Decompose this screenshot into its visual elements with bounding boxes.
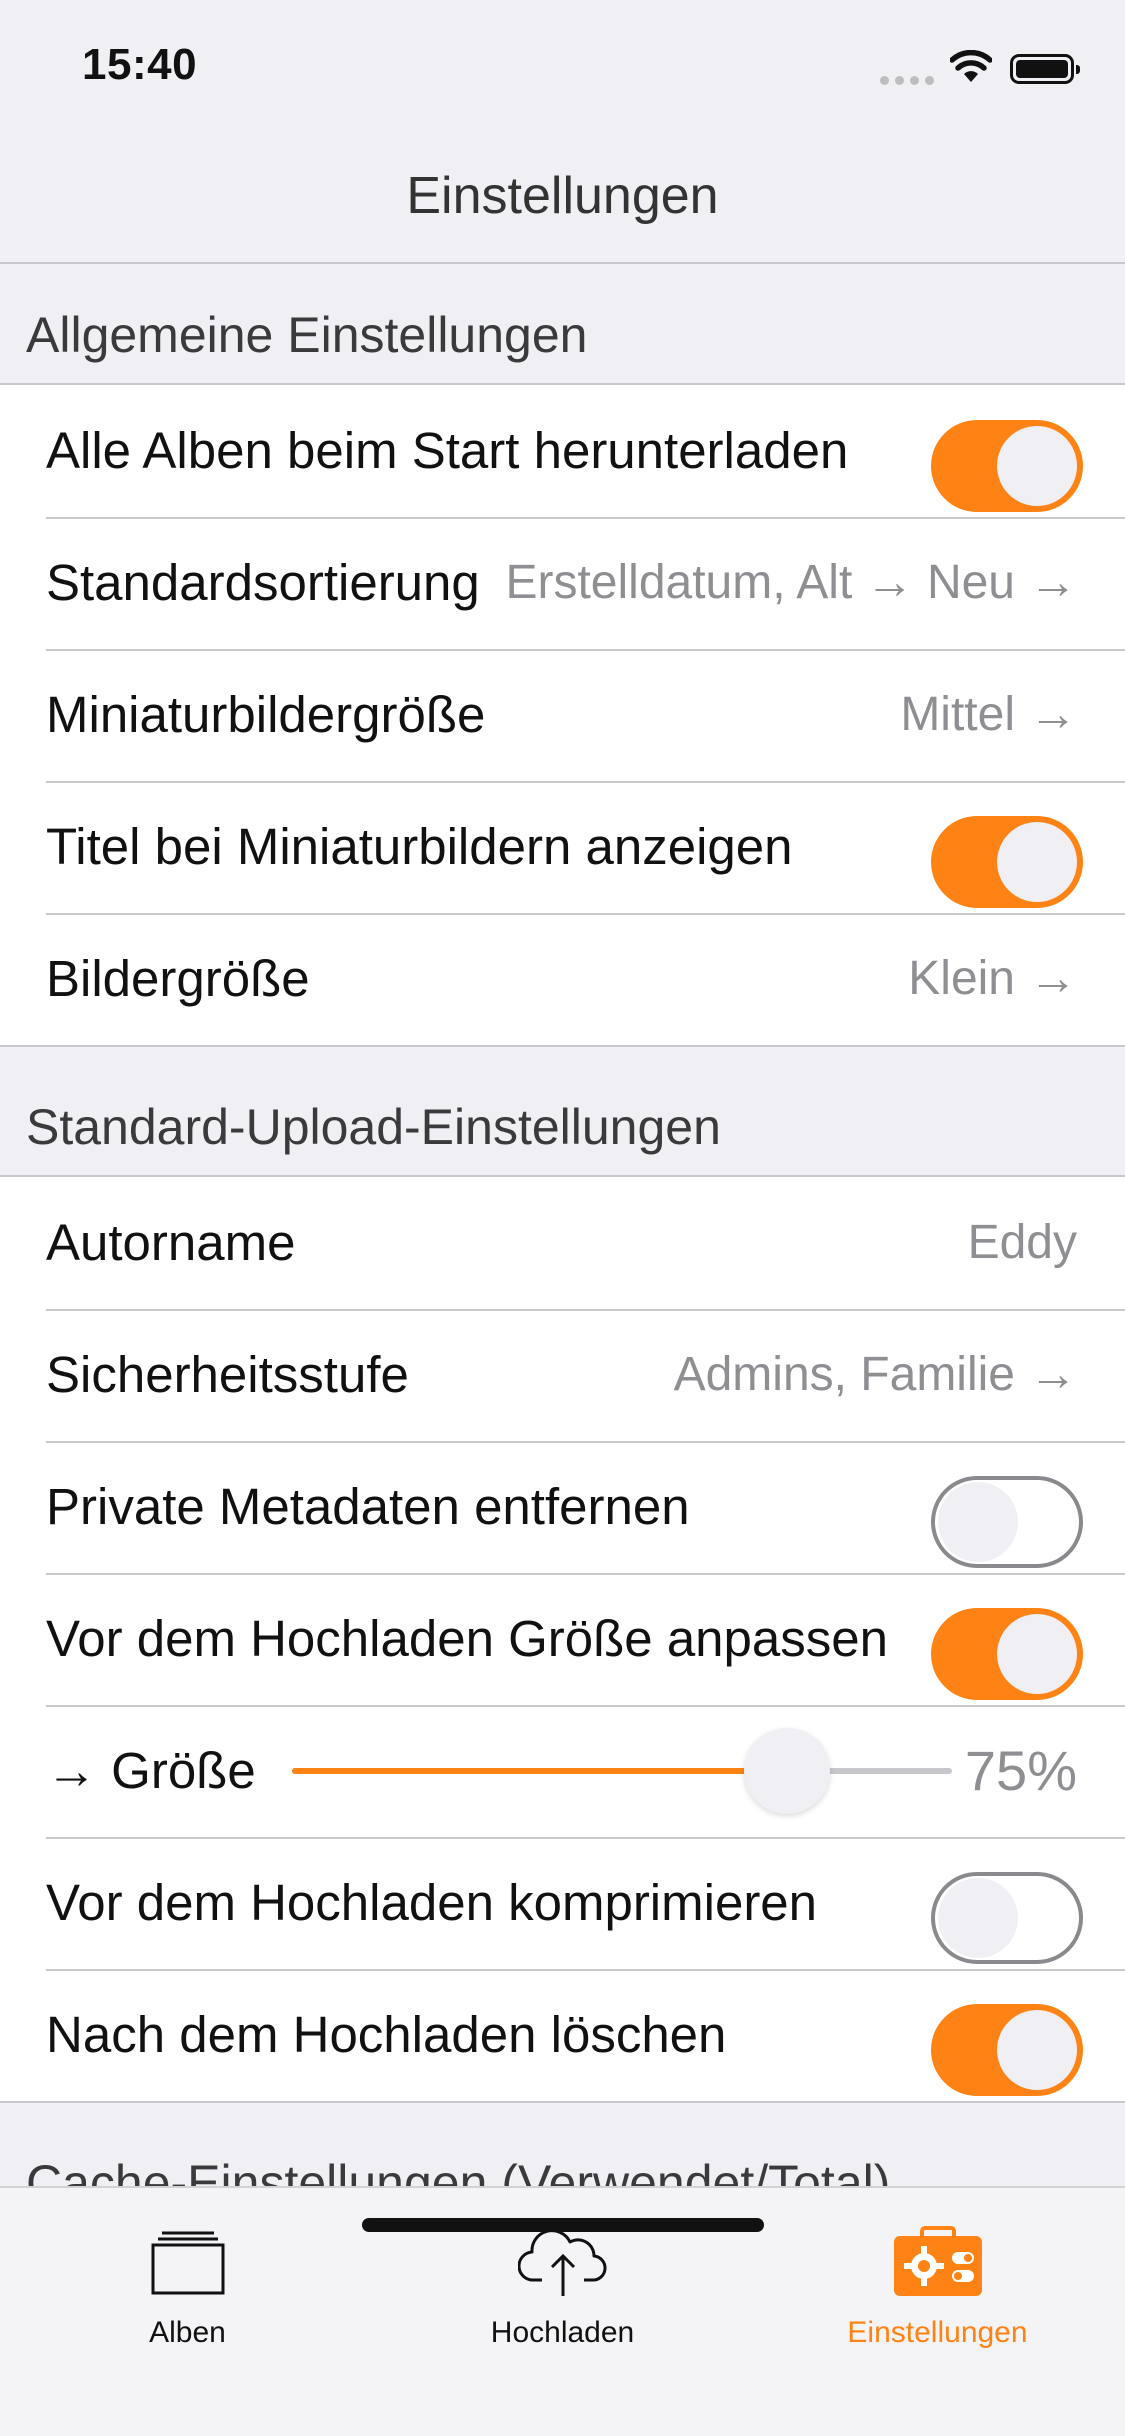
- general-settings-group: Alle Alben beim Start herunterladen Stan…: [0, 383, 1125, 1047]
- size-slider-thumb[interactable]: [744, 1728, 830, 1814]
- strip-metadata-label: Private Metadaten entfernen: [46, 1478, 690, 1535]
- privacy-level-value: Admins, Familie →: [673, 1348, 1077, 1401]
- chevron-right-icon: →: [1029, 688, 1077, 741]
- battery-icon: [1010, 54, 1080, 84]
- default-sort-row[interactable]: Standardsortierung Erstelldatum, Alt → N…: [0, 517, 1125, 649]
- show-titles-toggle[interactable]: [931, 816, 1083, 908]
- section-header-general: Allgemeine Einstellungen: [26, 307, 588, 363]
- author-row[interactable]: Autorname Eddy: [0, 1177, 1125, 1309]
- resize-row: Vor dem Hochladen Größe anpassen: [0, 1573, 1125, 1705]
- tab-upload[interactable]: Hochladen: [375, 2188, 750, 2368]
- home-indicator[interactable]: [362, 2218, 764, 2232]
- size-slider-row: → Größe 75%: [0, 1705, 1125, 1837]
- compress-toggle[interactable]: [931, 1872, 1083, 1964]
- image-size-row[interactable]: Bildergröße Klein →: [0, 913, 1125, 1045]
- chevron-right-icon: →: [1029, 556, 1077, 609]
- section-header-upload: Standard-Upload-Einstellungen: [26, 1099, 721, 1155]
- size-slider[interactable]: [292, 1728, 952, 1814]
- size-value: 75%: [964, 1739, 1077, 1802]
- settings-toolbox-icon: [750, 2222, 1125, 2302]
- thumbnail-size-label: Miniaturbildergröße: [46, 686, 486, 743]
- tab-settings-label: Einstellungen: [847, 2316, 1028, 2349]
- status-bar: 15:40: [0, 0, 1125, 132]
- delete-after-upload-label: Nach dem Hochladen löschen: [46, 2006, 727, 2063]
- image-size-label: Bildergröße: [46, 950, 310, 1007]
- strip-metadata-row: Private Metadaten entfernen: [0, 1441, 1125, 1573]
- author-label: Autorname: [46, 1214, 296, 1271]
- resize-label: Vor dem Hochladen Größe anpassen: [46, 1610, 888, 1667]
- delete-after-upload-toggle[interactable]: [931, 2004, 1083, 2096]
- wifi-icon: [949, 49, 993, 89]
- status-time: 15:40: [82, 40, 198, 89]
- cellular-signal-icon: [880, 76, 936, 88]
- default-sort-label: Standardsortierung: [46, 554, 480, 611]
- download-all-toggle[interactable]: [931, 420, 1083, 512]
- upload-settings-group: Autorname Eddy Sicherheitsstufe Admins, …: [0, 1175, 1125, 2103]
- resize-toggle[interactable]: [931, 1608, 1083, 1700]
- tab-albums[interactable]: Alben: [0, 2188, 375, 2368]
- default-sort-value: Erstelldatum, Alt → Neu →: [505, 556, 1077, 609]
- delete-after-upload-row: Nach dem Hochladen löschen: [0, 1969, 1125, 2101]
- size-label: → Größe: [46, 1742, 256, 1799]
- chevron-right-icon: →: [1029, 952, 1077, 1005]
- strip-metadata-toggle[interactable]: [931, 1476, 1083, 1568]
- compress-row: Vor dem Hochladen komprimieren: [0, 1837, 1125, 1969]
- navigation-bar: Einstellungen: [0, 132, 1125, 264]
- show-titles-label: Titel bei Miniaturbildern anzeigen: [46, 818, 793, 875]
- download-all-row: Alle Alben beim Start herunterladen: [0, 385, 1125, 517]
- page-title: Einstellungen: [406, 167, 719, 225]
- albums-icon: [0, 2222, 375, 2302]
- privacy-level-label: Sicherheitsstufe: [46, 1346, 409, 1403]
- tab-albums-label: Alben: [149, 2316, 226, 2349]
- thumbnail-size-row[interactable]: Miniaturbildergröße Mittel →: [0, 649, 1125, 781]
- author-field[interactable]: Eddy: [968, 1177, 1077, 1309]
- privacy-level-row[interactable]: Sicherheitsstufe Admins, Familie →: [0, 1309, 1125, 1441]
- tab-upload-label: Hochladen: [490, 2316, 635, 2349]
- compress-label: Vor dem Hochladen komprimieren: [46, 1874, 818, 1931]
- show-titles-row: Titel bei Miniaturbildern anzeigen: [0, 781, 1125, 913]
- size-slider-fill: [292, 1768, 787, 1774]
- cloud-upload-icon: [375, 2222, 750, 2302]
- download-all-label: Alle Alben beim Start herunterladen: [46, 422, 849, 479]
- thumbnail-size-value: Mittel →: [900, 688, 1077, 741]
- chevron-right-icon: →: [1029, 1348, 1077, 1401]
- tab-settings[interactable]: Einstellungen: [750, 2188, 1125, 2368]
- image-size-value: Klein →: [908, 952, 1077, 1005]
